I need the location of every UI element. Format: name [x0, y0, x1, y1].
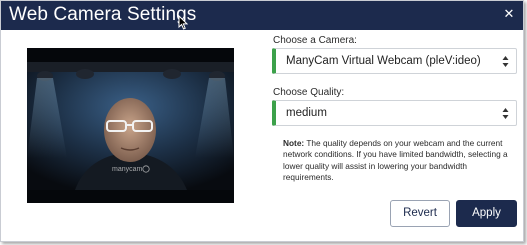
apply-button[interactable]: Apply	[456, 200, 517, 227]
select-arrows-icon	[502, 56, 509, 67]
quality-select[interactable]: medium	[272, 100, 517, 126]
preview-watermark: manycam	[112, 166, 143, 173]
web-camera-settings-dialog: Web Camera Settings ✕ manycam Choose a C…	[0, 0, 524, 242]
select-arrows-icon	[502, 108, 509, 119]
mouse-cursor-icon	[178, 15, 189, 30]
dialog-titlebar: Web Camera Settings ✕	[1, 1, 523, 30]
webcam-preview-image: manycam	[27, 48, 234, 203]
camera-select-value: ManyCam Virtual Webcam (pleV:ideo)	[286, 55, 481, 67]
camera-label: Choose a Camera:	[273, 35, 357, 46]
dialog-title: Web Camera Settings	[9, 4, 197, 25]
revert-button[interactable]: Revert	[390, 200, 450, 227]
camera-select[interactable]: ManyCam Virtual Webcam (pleV:ideo)	[272, 48, 517, 74]
quality-select-value: medium	[286, 107, 327, 119]
note-prefix: Note:	[283, 138, 305, 148]
quality-note: Note: The quality depends on your webcam…	[283, 138, 515, 184]
close-icon[interactable]: ✕	[501, 6, 517, 22]
note-text: The quality depends on your webcam and t…	[283, 138, 508, 183]
webcam-preview: manycam	[27, 48, 234, 203]
quality-label: Choose Quality:	[273, 87, 345, 98]
